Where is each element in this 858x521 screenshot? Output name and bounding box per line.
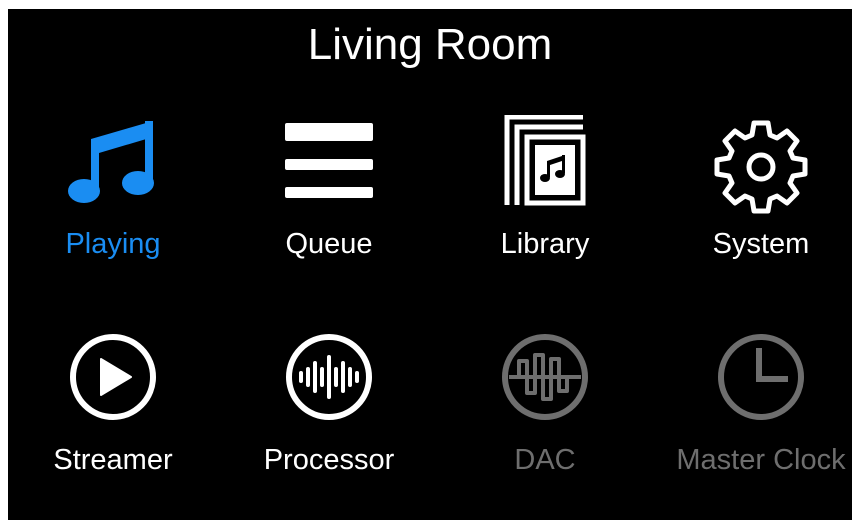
menu-item-queue[interactable]: Queue: [229, 115, 429, 305]
waveform-icon: [279, 331, 379, 431]
page-title: Living Room: [307, 20, 553, 69]
music-note-icon: [63, 115, 163, 215]
menu-item-master-clock: Master Clock: [661, 331, 858, 521]
menu-item-label: Streamer: [53, 444, 173, 476]
menu-item-label: System: [712, 228, 810, 260]
library-icon: [495, 115, 595, 215]
menu-item-label: Processor: [263, 444, 395, 476]
clock-icon: [711, 331, 811, 431]
play-circle-icon: [63, 331, 163, 431]
menu-item-streamer[interactable]: Streamer: [13, 331, 213, 521]
menu-item-library[interactable]: Library: [445, 115, 645, 305]
menu-item-dac: DAC: [445, 331, 645, 521]
menu-item-label: Library: [500, 228, 590, 260]
gear-icon: [711, 115, 811, 215]
app-screen: Living Room Playing Queue Library System…: [8, 9, 852, 520]
menu-item-playing[interactable]: Playing: [13, 115, 213, 305]
menu-item-label: DAC: [514, 444, 576, 476]
queue-list-icon: [279, 115, 379, 215]
menu-item-label: Master Clock: [676, 444, 846, 476]
menu-item-label: Queue: [285, 228, 373, 260]
dac-waveform-icon: [495, 331, 595, 431]
menu-item-label: Playing: [65, 228, 161, 260]
menu-item-system[interactable]: System: [661, 115, 858, 305]
menu-item-processor[interactable]: Processor: [229, 331, 429, 521]
